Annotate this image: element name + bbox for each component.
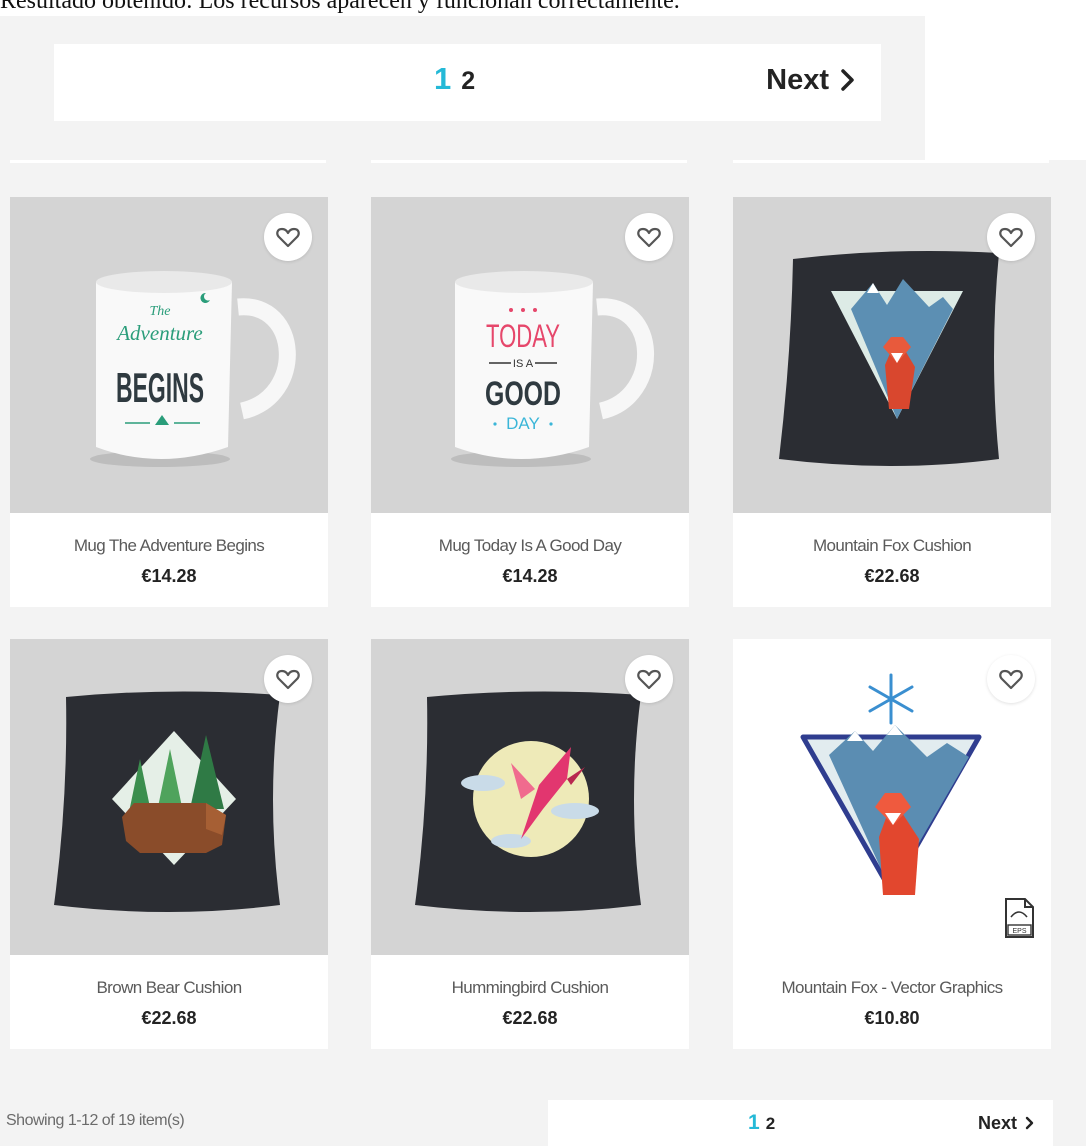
chevron-right-icon [1025,1116,1034,1130]
next-page-link[interactable]: Next [766,60,855,100]
svg-text:IS A: IS A [513,358,534,370]
product-card[interactable]: The Adventure BEGINS Mug The Adventure B… [10,197,328,607]
product-price: €10.80 [864,1008,920,1028]
card-top-edge [10,160,326,163]
next-label: Next [766,64,829,96]
card-top-edge [733,160,1049,163]
page-numbers: 12 [434,56,475,104]
product-name[interactable]: Brown Bear Cushion [10,955,328,999]
page-link-2[interactable]: 2 [766,1114,775,1133]
next-label: Next [977,1113,1017,1133]
product-price: €14.28 [141,566,197,586]
svg-text:BEGINS: BEGINS [116,364,204,411]
product-card[interactable]: Mountain Fox Cushion €22.68 [733,197,1051,607]
product-card[interactable]: Brown Bear Cushion €22.68 [10,639,328,1049]
product-card[interactable]: EPS Mountain Fox - Vector Graphics €10.8… [733,639,1051,1049]
page-current: 1 [434,61,452,96]
product-image[interactable] [10,639,328,955]
svg-text:Adventure: Adventure [115,321,203,345]
chevron-right-icon [841,69,854,91]
product-image[interactable] [371,639,689,955]
product-image[interactable] [733,197,1051,513]
wishlist-button[interactable] [987,213,1035,261]
product-card[interactable]: TODAY IS A GOOD DAY Mug Today Is A Good … [371,197,689,607]
product-price: €14.28 [502,566,558,586]
card-top-edge [371,160,687,163]
product-price: €22.68 [864,566,920,586]
svg-text:DAY: DAY [506,414,540,433]
page-current: 1 [748,1111,760,1134]
product-name[interactable]: Mug The Adventure Begins [10,513,328,557]
svg-text:The: The [150,304,171,319]
heart-outline-icon [276,669,300,690]
wishlist-button[interactable] [264,213,312,261]
wishlist-button[interactable] [625,655,673,703]
svg-text:TODAY: TODAY [486,318,560,354]
page-numbers: 12 [748,1108,775,1139]
svg-text:EPS: EPS [1012,928,1026,935]
product-name[interactable]: Mountain Fox - Vector Graphics [733,955,1051,999]
next-page-link[interactable]: Next [978,1110,1035,1136]
product-image[interactable]: The Adventure BEGINS [10,197,328,513]
heart-outline-icon [637,227,661,248]
pagination-bottom: 12 Next [548,1100,1053,1146]
product-image[interactable]: TODAY IS A GOOD DAY [371,197,689,513]
caption-text: Resultado obtenido: Los recursos aparece… [0,0,680,14]
product-price: €22.68 [502,1008,558,1028]
wishlist-button[interactable] [264,655,312,703]
heart-outline-icon [276,227,300,248]
wishlist-button[interactable] [987,655,1035,703]
heart-outline-icon [999,227,1023,248]
product-price: €22.68 [141,1008,197,1028]
product-image[interactable]: EPS [733,639,1051,955]
pagination-top: 12 Next [54,44,881,121]
svg-text:GOOD: GOOD [485,375,561,413]
wishlist-button[interactable] [625,213,673,261]
heart-outline-icon [637,669,661,690]
page-link-2[interactable]: 2 [461,67,475,95]
product-name[interactable]: Hummingbird Cushion [371,955,689,999]
items-count: Showing 1-12 of 19 item(s) [6,1112,185,1129]
product-card[interactable]: Hummingbird Cushion €22.68 [371,639,689,1049]
eps-file-icon: EPS [1003,897,1035,939]
product-name[interactable]: Mountain Fox Cushion [733,513,1051,557]
heart-outline-icon [999,669,1023,690]
product-name[interactable]: Mug Today Is A Good Day [371,513,689,557]
